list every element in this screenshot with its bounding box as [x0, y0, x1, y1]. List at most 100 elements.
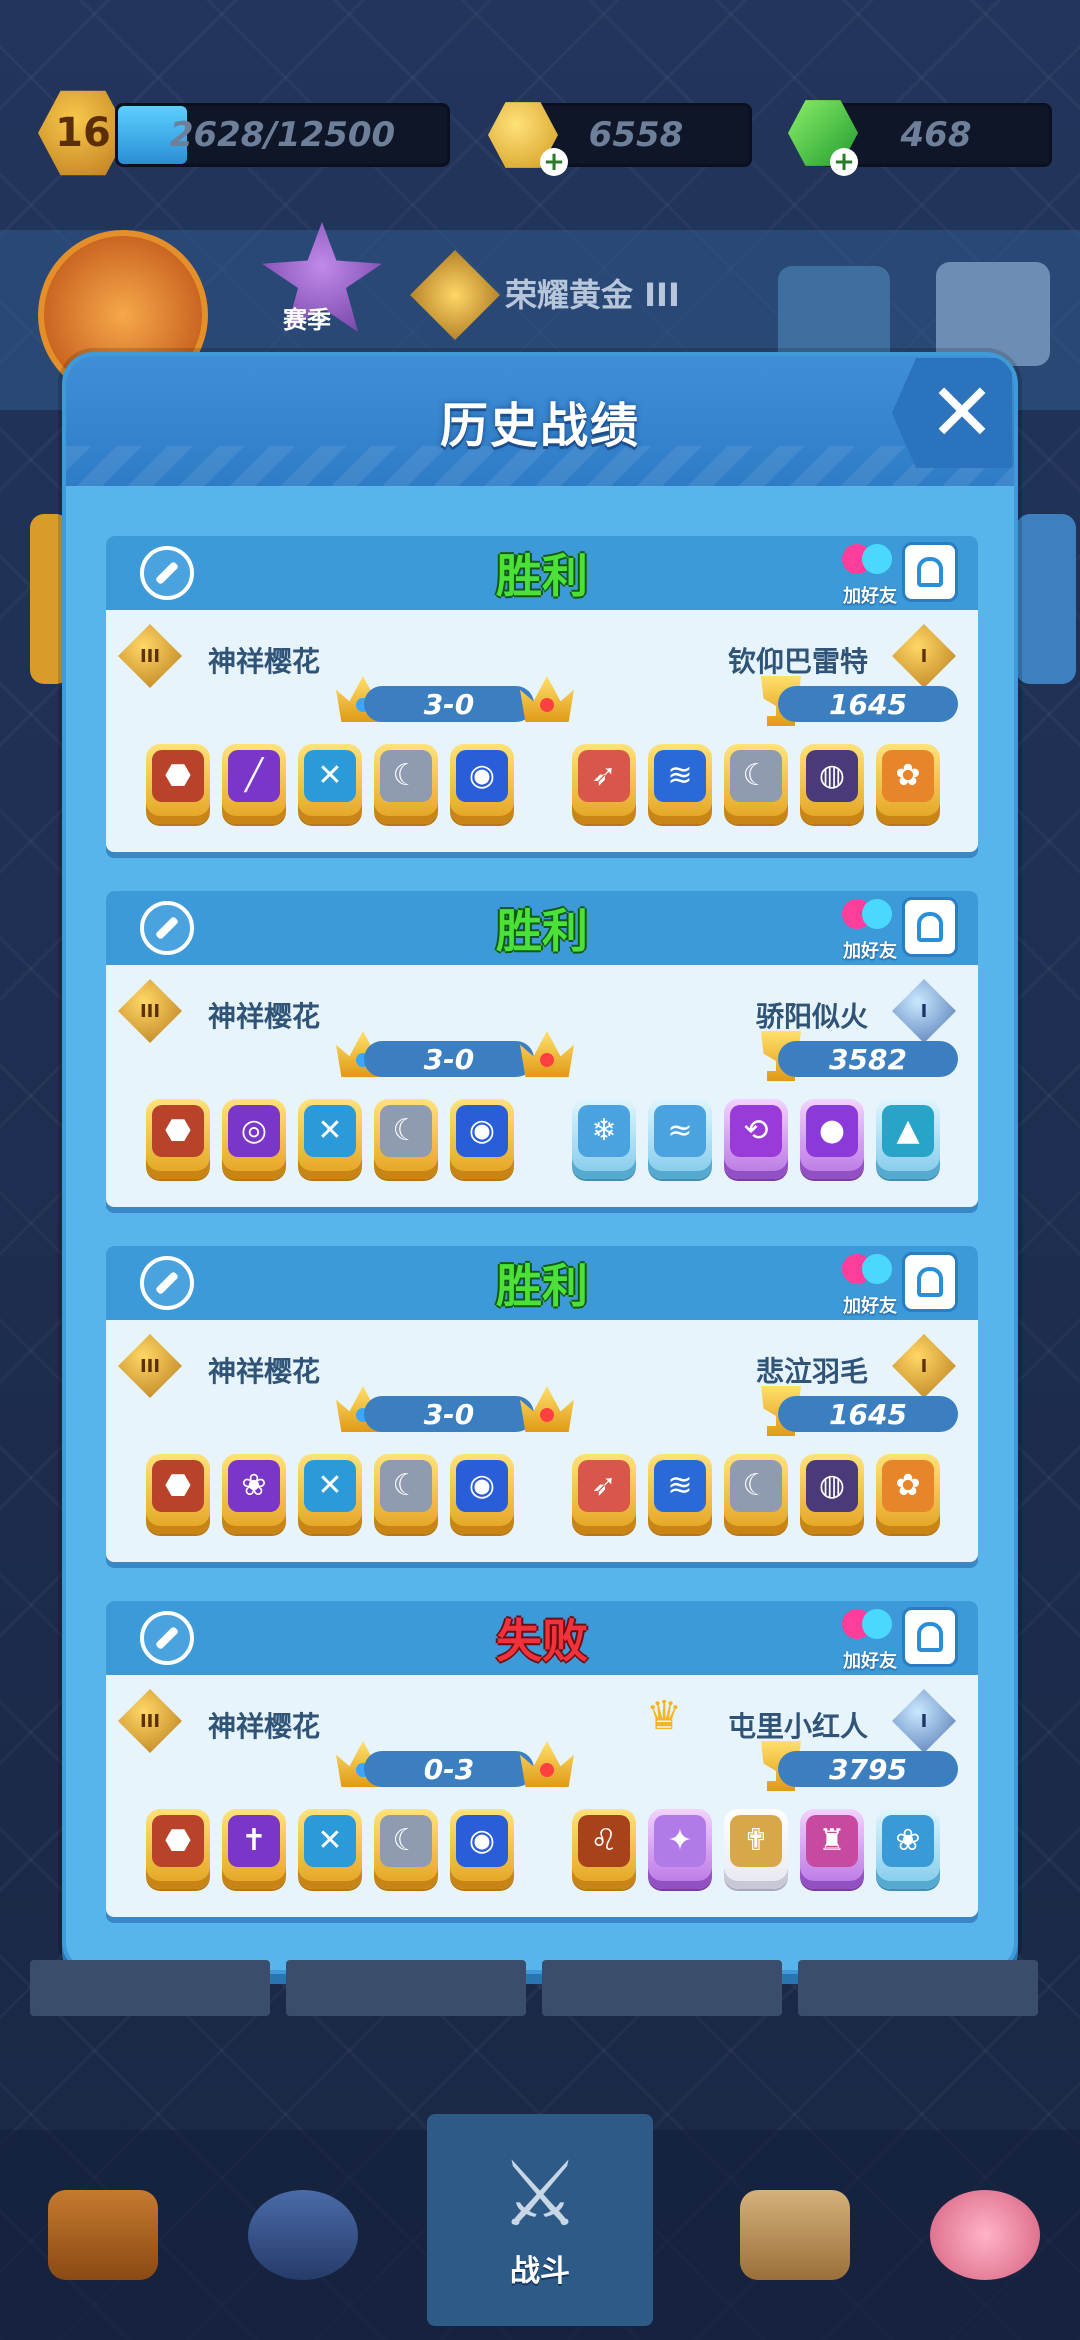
dice-item[interactable]: ⬣: [146, 1099, 210, 1179]
bell-icon: [917, 1622, 943, 1652]
dice-item[interactable]: ➶: [572, 744, 636, 824]
scroll-icon: [740, 2190, 850, 2280]
close-button[interactable]: ✕: [892, 358, 1012, 468]
dice-item[interactable]: ❀: [876, 1809, 940, 1889]
friend-icon-blue: [862, 899, 892, 929]
dice-item[interactable]: ☾: [724, 1454, 788, 1534]
dice-item[interactable]: ☾: [374, 744, 438, 824]
modal-header: 历史战绩 ✕: [66, 356, 1014, 486]
nav-dice[interactable]: [208, 2140, 398, 2330]
dice-item[interactable]: ◎: [222, 1099, 286, 1179]
dice-item[interactable]: ✿: [876, 1454, 940, 1534]
dice-item[interactable]: ⟲: [724, 1099, 788, 1179]
player-dice-deck: ⬣ ╱ ✕ ☾ ◉: [146, 744, 514, 824]
dice-face-icon: ≈: [654, 1105, 706, 1157]
opponent-crown-icon: [520, 1741, 574, 1787]
dice-face-icon: ✿: [882, 750, 934, 802]
opponent-dice-deck: ❄ ≈ ⟲ ● ▲: [572, 1099, 940, 1179]
dice-face-icon: ⬣: [152, 750, 204, 802]
dice-item[interactable]: ⬣: [146, 744, 210, 824]
dice-face-icon: ☾: [730, 1460, 782, 1512]
dice-item[interactable]: ✕: [298, 744, 362, 824]
opponent-dice-deck: ➶ ≋ ☾ ◍ ✿: [572, 744, 940, 824]
menu-grid-button[interactable]: [936, 262, 1050, 366]
dice-item[interactable]: ◉: [450, 1809, 514, 1889]
dice-face-icon: ♌: [578, 1815, 630, 1867]
opponent-name[interactable]: 悲泣羽毛: [756, 1350, 868, 1390]
dice-item[interactable]: ≈: [648, 1099, 712, 1179]
dice-item[interactable]: ●: [800, 1099, 864, 1179]
dice-item[interactable]: ╱: [222, 744, 286, 824]
match-score: 0-3: [364, 1751, 534, 1787]
dice-item[interactable]: ⬣: [146, 1809, 210, 1889]
replay-button[interactable]: [902, 542, 958, 602]
dice-item[interactable]: ➶: [572, 1454, 636, 1534]
dice-item[interactable]: ◉: [450, 1454, 514, 1534]
dice-item[interactable]: ⬣: [146, 1454, 210, 1534]
tab-stub: [542, 1960, 782, 2016]
replay-button[interactable]: [902, 1607, 958, 1667]
modal-title: 历史战绩: [439, 398, 640, 454]
add-friend-label: 加好友: [843, 1651, 897, 1672]
dice-face-icon: ◍: [806, 750, 858, 802]
nav-battle[interactable]: ⚔ 战斗: [427, 2114, 653, 2326]
add-friend-button[interactable]: 加好友: [830, 1248, 910, 1320]
dice-item[interactable]: ❀: [222, 1454, 286, 1534]
dice-item[interactable]: ♌: [572, 1809, 636, 1889]
dice-item[interactable]: ✿: [876, 744, 940, 824]
plus-icon[interactable]: +: [540, 147, 568, 177]
dice-item[interactable]: ☾: [374, 1809, 438, 1889]
opponent-crown-icon: [520, 1386, 574, 1432]
player-rank-badge: III: [118, 624, 182, 688]
dice-item[interactable]: ✕: [298, 1099, 362, 1179]
dice-face-icon: ♜: [806, 1815, 858, 1867]
dice-face-icon: ✦: [654, 1815, 706, 1867]
opponent-name[interactable]: 骄阳似火: [756, 995, 868, 1035]
dice-item[interactable]: ☾: [374, 1099, 438, 1179]
add-friend-button[interactable]: 加好友: [830, 893, 910, 965]
card-header: 胜利 加好友: [106, 1246, 978, 1320]
opponent-crown-icon: [520, 676, 574, 722]
crossed-swords-icon: ⚔: [499, 2142, 581, 2247]
add-friend-label: 加好友: [843, 586, 897, 607]
add-friend-button[interactable]: 加好友: [830, 1603, 910, 1675]
dice-item[interactable]: ✟: [724, 1809, 788, 1889]
dice-face-icon: ✝: [228, 1815, 280, 1867]
dice-item[interactable]: ◉: [450, 1099, 514, 1179]
replay-button[interactable]: [902, 897, 958, 957]
chest-button[interactable]: [778, 266, 890, 366]
close-icon: ✕: [928, 366, 996, 459]
player-dice-deck: ⬣ ❀ ✕ ☾ ◉: [146, 1454, 514, 1534]
dice-item[interactable]: ❄: [572, 1099, 636, 1179]
plus-icon[interactable]: +: [830, 147, 858, 177]
dice-face-icon: ✕: [304, 1460, 356, 1512]
add-friend-button[interactable]: 加好友: [830, 538, 910, 610]
dice-item[interactable]: ✕: [298, 1809, 362, 1889]
season-label: 赛季: [283, 306, 331, 334]
opponent-trophies: 1645: [778, 1396, 958, 1432]
dice-item[interactable]: ▲: [876, 1099, 940, 1179]
dice-item[interactable]: ✕: [298, 1454, 362, 1534]
dice-face-icon: ✿: [882, 1460, 934, 1512]
nav-shop[interactable]: [8, 2140, 198, 2330]
side-tab-right[interactable]: [1016, 514, 1076, 684]
dice-item[interactable]: ◍: [800, 744, 864, 824]
dice-item[interactable]: ≋: [648, 1454, 712, 1534]
nav-quest[interactable]: [700, 2140, 890, 2330]
dice-item[interactable]: ✝: [222, 1809, 286, 1889]
dice-item[interactable]: ◉: [450, 744, 514, 824]
dice-item[interactable]: ◍: [800, 1454, 864, 1534]
dice-item[interactable]: ☾: [724, 744, 788, 824]
opponent-rank-badge: I: [892, 1689, 956, 1753]
nav-clan[interactable]: [890, 2140, 1080, 2330]
opponent-name[interactable]: 钦仰巴雷特: [728, 640, 868, 680]
dice-item[interactable]: ☾: [374, 1454, 438, 1534]
opponent-name[interactable]: 屯里小红人: [728, 1705, 868, 1745]
opponent-trophies: 1645: [778, 686, 958, 722]
opponent-trophies: 3582: [778, 1041, 958, 1077]
match-card: 胜利 加好友 III 神祥樱花 骄阳似火 I 3-0 3582 ⬣ ◎ ✕ ☾ ◉ ❄ ≈ ⟲ ● ▲: [106, 891, 978, 1207]
dice-item[interactable]: ✦: [648, 1809, 712, 1889]
replay-button[interactable]: [902, 1252, 958, 1312]
dice-item[interactable]: ♜: [800, 1809, 864, 1889]
dice-item[interactable]: ≋: [648, 744, 712, 824]
